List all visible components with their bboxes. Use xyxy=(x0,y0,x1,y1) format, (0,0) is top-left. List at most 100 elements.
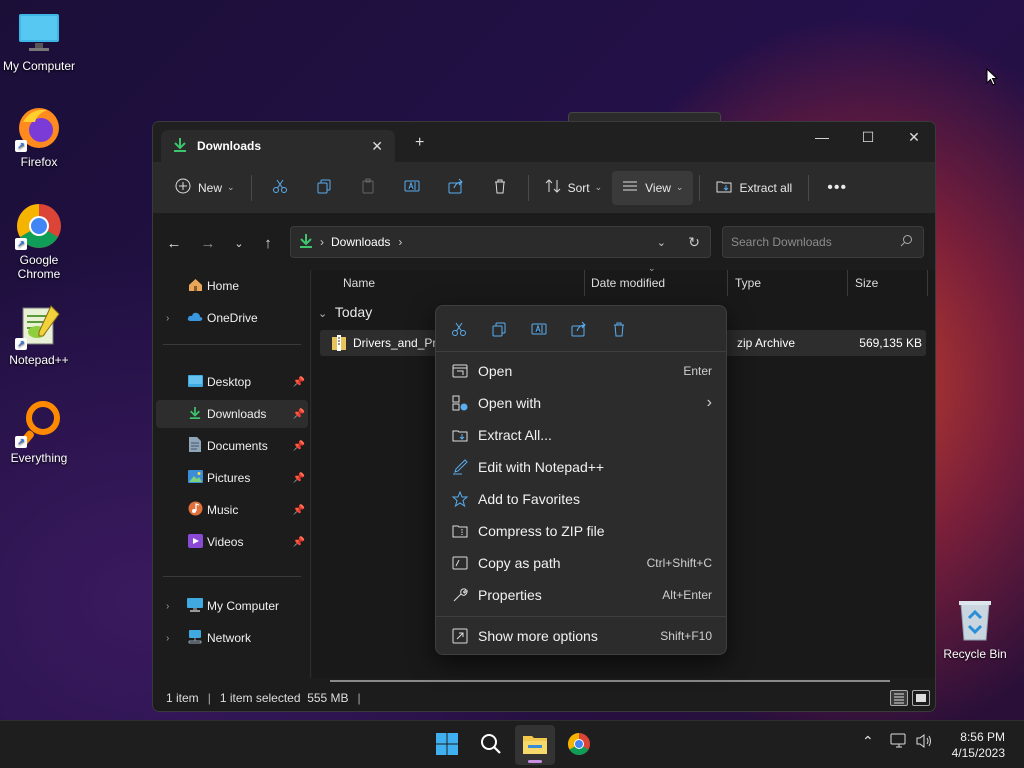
show-hidden-icons-button[interactable]: ⌃ xyxy=(862,733,874,750)
sidebar-item-videos[interactable]: Videos 📌 xyxy=(156,528,308,556)
column-header-name[interactable]: Name xyxy=(336,270,585,296)
share-button[interactable] xyxy=(434,171,478,205)
menu-item-open-with[interactable]: Open with › xyxy=(440,388,724,418)
horizontal-scrollbar[interactable] xyxy=(330,680,890,682)
volume-tray-icon[interactable] xyxy=(915,733,933,752)
rename-icon[interactable] xyxy=(529,319,549,339)
sidebar-item-music[interactable]: Music 📌 xyxy=(156,496,308,524)
chevron-right-icon[interactable]: › xyxy=(166,633,169,644)
desktop-icon-everything[interactable]: ↗ Everything xyxy=(0,400,78,465)
back-button[interactable]: ← xyxy=(161,230,187,256)
address-bar[interactable]: › Downloads › ⌄ ↻ xyxy=(290,226,711,258)
share-icon[interactable] xyxy=(569,319,589,339)
menu-item-open[interactable]: Open Enter xyxy=(440,356,724,386)
search-placeholder: Search Downloads xyxy=(731,235,832,249)
delete-icon[interactable] xyxy=(609,319,629,339)
desktop-icon-recycle-bin[interactable]: Recycle Bin xyxy=(936,596,1014,661)
desktop-icon xyxy=(186,374,204,390)
sidebar-item-network[interactable]: › Network xyxy=(156,624,308,652)
delete-button[interactable] xyxy=(478,171,522,205)
extract-all-button[interactable]: Extract all xyxy=(706,171,802,205)
taskbar: ⌃ 8:56 PM 4/15/2023 xyxy=(0,720,1024,768)
desktop-icon-notepadpp[interactable]: ↗ Notepad++ xyxy=(0,302,78,367)
menu-item-compress-zip[interactable]: Compress to ZIP file xyxy=(440,516,724,546)
sidebar-item-home[interactable]: Home xyxy=(156,272,308,300)
menu-item-label: Copy as path xyxy=(478,555,561,571)
download-icon xyxy=(173,137,187,156)
copy-icon[interactable] xyxy=(489,319,509,339)
menu-item-show-more-options[interactable]: Show more options Shift+F10 xyxy=(440,621,724,651)
column-label: Date modified xyxy=(591,276,666,290)
up-button[interactable]: ↑ xyxy=(255,230,281,256)
sidebar-item-onedrive[interactable]: › OneDrive xyxy=(156,304,308,332)
shortcut-arrow-icon: ↗ xyxy=(15,436,27,448)
new-button[interactable]: New ⌄ xyxy=(165,171,245,205)
sidebar-divider xyxy=(163,344,301,345)
recent-locations-button[interactable]: ⌄ xyxy=(226,230,252,256)
desktop-icon-firefox[interactable]: ↗ Firefox xyxy=(0,104,78,169)
search-button[interactable] xyxy=(471,725,511,765)
desktop-icon-label: Firefox xyxy=(20,155,58,169)
view-button[interactable]: View ⌄ xyxy=(612,170,694,205)
network-icon xyxy=(186,629,204,647)
wrench-icon xyxy=(450,585,470,605)
shortcut-arrow-icon: ↗ xyxy=(15,338,27,350)
document-icon xyxy=(186,437,204,455)
menu-item-edit-notepadpp[interactable]: Edit with Notepad++ xyxy=(440,452,724,482)
desktop-icon-chrome[interactable]: ↗ Google Chrome xyxy=(0,202,78,281)
sidebar-item-my-computer[interactable]: › My Computer xyxy=(156,592,308,620)
chevron-down-icon: ⌄ xyxy=(318,308,328,320)
copy-icon xyxy=(316,178,332,197)
pin-icon: 📌 xyxy=(292,408,305,420)
menu-item-copy-as-path[interactable]: Copy as path Ctrl+Shift+C xyxy=(440,548,724,578)
rename-button[interactable] xyxy=(390,171,434,205)
tab-downloads[interactable]: Downloads ✕ xyxy=(161,130,395,162)
cut-icon[interactable] xyxy=(449,319,469,339)
sidebar-item-downloads[interactable]: Downloads 📌 xyxy=(156,400,308,428)
breadcrumb-downloads[interactable]: Downloads xyxy=(331,235,390,249)
network-tray-icon[interactable] xyxy=(890,733,908,752)
navigation-pane: Home › OneDrive Desktop 📌 Downloads 📌 Do… xyxy=(153,270,311,678)
chevron-right-icon[interactable]: › xyxy=(166,601,169,612)
menu-item-add-to-favorites[interactable]: Add to Favorites xyxy=(440,484,724,514)
column-header-size[interactable]: Size xyxy=(848,270,928,296)
forward-button[interactable]: → xyxy=(195,230,221,256)
star-icon xyxy=(450,489,470,509)
copy-button[interactable] xyxy=(302,171,346,205)
search-input[interactable]: Search Downloads xyxy=(722,226,924,258)
new-tab-button[interactable]: + xyxy=(415,134,424,152)
taskbar-file-explorer[interactable] xyxy=(515,725,555,765)
minimize-button[interactable]: — xyxy=(799,122,845,152)
extract-icon xyxy=(450,425,470,445)
rename-icon xyxy=(404,178,420,197)
system-clock[interactable]: 8:56 PM 4/15/2023 xyxy=(952,729,1005,761)
notepadpp-icon: ↗ xyxy=(15,302,63,350)
start-button[interactable] xyxy=(427,725,467,765)
close-tab-icon[interactable]: ✕ xyxy=(371,138,383,155)
sidebar-item-desktop[interactable]: Desktop 📌 xyxy=(156,368,308,396)
chevron-right-icon[interactable]: › xyxy=(166,313,169,324)
close-window-button[interactable]: ✕ xyxy=(891,122,935,152)
column-header-date-modified[interactable]: Date modified ⌄ xyxy=(584,263,728,296)
column-label: Name xyxy=(343,276,376,290)
see-more-button[interactable]: ••• xyxy=(815,171,859,205)
menu-item-properties[interactable]: Properties Alt+Enter xyxy=(440,580,724,610)
cut-button[interactable] xyxy=(258,171,302,205)
taskbar-chrome[interactable] xyxy=(559,725,599,765)
group-header-today[interactable]: ⌄ Today xyxy=(318,304,372,320)
column-header-type[interactable]: Type xyxy=(728,270,848,296)
address-dropdown-icon[interactable]: ⌄ xyxy=(657,236,666,249)
file-name: Drivers_and_Pro xyxy=(353,336,444,350)
maximize-button[interactable]: ☐ xyxy=(845,122,891,152)
desktop-icon-my-computer[interactable]: My Computer xyxy=(0,8,78,73)
refresh-icon[interactable]: ↻ xyxy=(688,234,700,251)
paste-button[interactable] xyxy=(346,171,390,205)
sort-button[interactable]: Sort ⌄ xyxy=(535,171,613,205)
extract-all-label: Extract all xyxy=(739,180,793,195)
tiles-view-button[interactable] xyxy=(912,690,930,706)
details-view-button[interactable] xyxy=(890,690,908,706)
sidebar-item-pictures[interactable]: Pictures 📌 xyxy=(156,464,308,492)
sidebar-item-documents[interactable]: Documents 📌 xyxy=(156,432,308,460)
menu-item-label: Properties xyxy=(478,587,542,603)
menu-item-extract-all[interactable]: Extract All... xyxy=(440,420,724,450)
